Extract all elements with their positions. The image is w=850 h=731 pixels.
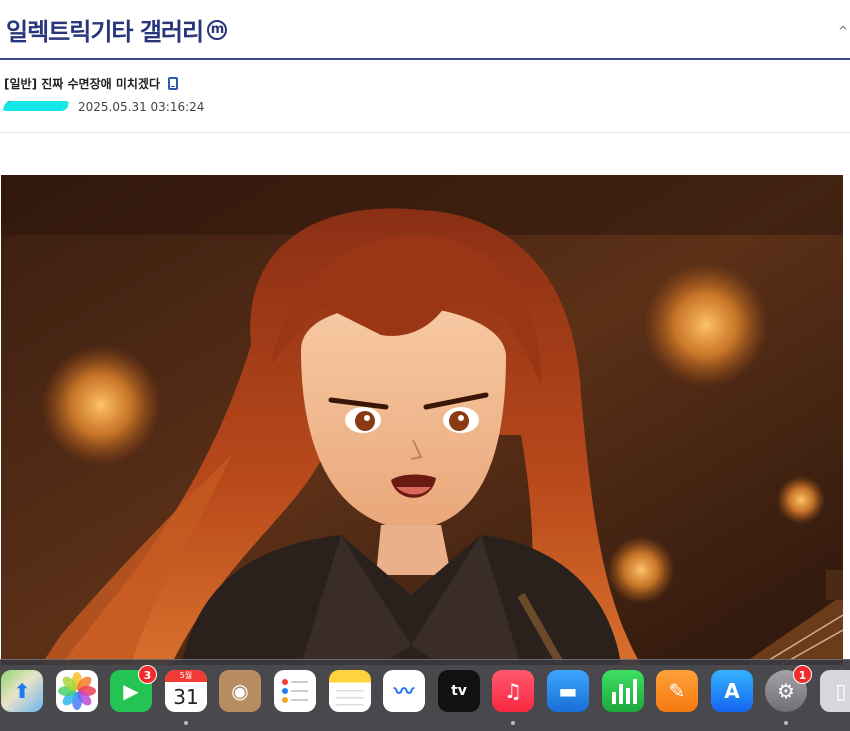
running-app-indicator	[184, 721, 188, 725]
gallery-title-text[interactable]: 일렉트릭기타 갤러리	[6, 12, 204, 47]
iphone-mirroring-icon[interactable]: ▯	[820, 670, 850, 712]
dc-post-page: 일렉트릭기타 갤러리 m ^ [일반] 진짜 수면장애 미치겠다 S 2025.…	[0, 0, 850, 731]
calendar-day: 31	[173, 685, 199, 709]
post-image[interactable]	[1, 175, 843, 665]
post-title-text: [일반] 진짜 수면장애 미치겠다	[4, 77, 160, 91]
gallery-header: 일렉트릭기타 갤러리 m ^	[0, 0, 850, 60]
numbers-icon[interactable]	[602, 670, 644, 712]
header-corner-mark[interactable]: ^	[838, 24, 848, 38]
keynote-icon[interactable]: ▬	[547, 670, 589, 712]
maps-glyph: ⬆	[13, 679, 31, 703]
mobile-post-icon	[167, 77, 178, 90]
tv-label: tv	[451, 683, 467, 699]
gallery-title[interactable]: 일렉트릭기타 갤러리 m	[6, 12, 228, 47]
post-date: 2025.05.31 03:16:24	[78, 100, 205, 114]
minor-gallery-badge-icon: m	[207, 19, 228, 40]
iphone-mirroring-glyph: ▯	[835, 679, 847, 703]
running-app-indicator	[784, 721, 788, 725]
author-redaction	[2, 101, 70, 111]
pages-glyph: ✎	[668, 679, 686, 703]
facetime-badge: 3	[138, 665, 157, 684]
contacts-icon[interactable]: ◉	[219, 670, 261, 712]
macos-dock: ⬆ ▶ 3 5월 31 ◉ 〰 tv ♫ ▬ ✎ A ⚙ 1 ▯	[0, 659, 850, 731]
post-header: [일반] 진짜 수면장애 미치겠다 S 2025.05.31 03:16:24	[0, 61, 850, 133]
apple-tv-icon[interactable]: tv	[438, 670, 480, 712]
music-icon[interactable]: ♫	[492, 670, 534, 712]
app-store-glyph: A	[724, 679, 740, 703]
post-title: [일반] 진짜 수면장애 미치겠다	[4, 75, 178, 92]
music-glyph: ♫	[504, 679, 522, 703]
calendar-icon[interactable]: 5월 31	[165, 670, 207, 712]
pages-icon[interactable]: ✎	[656, 670, 698, 712]
freeform-glyph: 〰	[394, 679, 414, 703]
author-name[interactable]: S	[2, 99, 70, 113]
anime-girl-guitarist-image	[1, 175, 843, 665]
system-settings-badge: 1	[793, 665, 812, 684]
calendar-month: 5월	[165, 670, 207, 682]
running-app-indicator	[511, 721, 515, 725]
app-store-icon[interactable]: A	[711, 670, 753, 712]
notes-icon[interactable]	[329, 670, 371, 712]
maps-icon[interactable]: ⬆	[1, 670, 43, 712]
reminders-icon[interactable]	[274, 670, 316, 712]
freeform-icon[interactable]: 〰	[383, 670, 425, 712]
photos-icon[interactable]	[56, 670, 98, 712]
contacts-glyph: ◉	[231, 679, 249, 703]
keynote-glyph: ▬	[558, 679, 578, 703]
